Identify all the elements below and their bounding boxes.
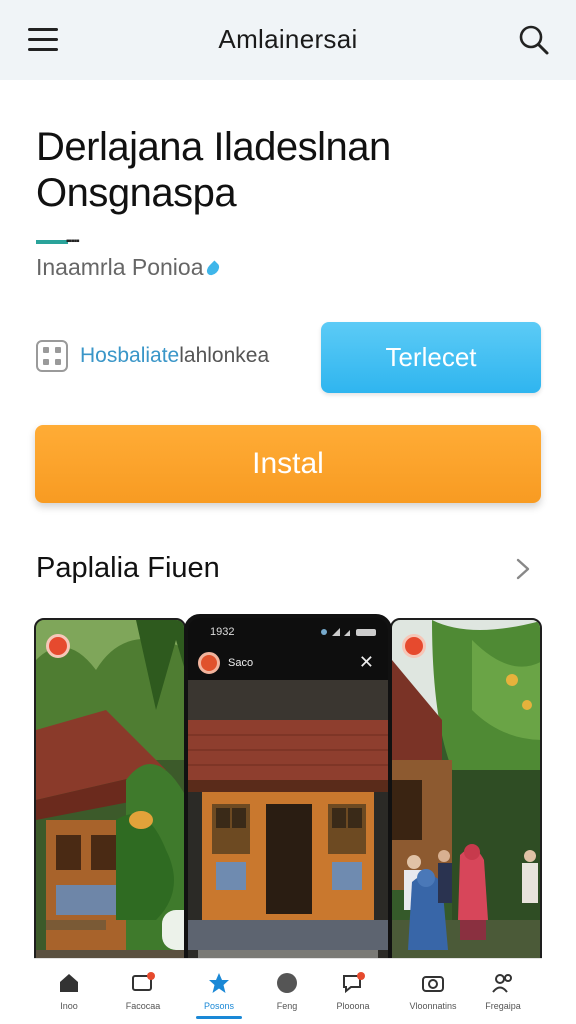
- nav-label: Feng: [276, 1001, 298, 1011]
- signal-battery-icon: [321, 628, 376, 636]
- nav-item-camera[interactable]: Vloonnatins: [404, 959, 462, 1024]
- nav-item-feng[interactable]: Feng: [258, 959, 316, 1024]
- install-button[interactable]: Instal: [35, 425, 541, 503]
- chevron-right-icon[interactable]: [512, 556, 534, 582]
- app-badge-icon: [46, 634, 70, 658]
- phone-status-bar: 1932: [188, 618, 388, 646]
- screenshots-section-title: Paplalia Fiuen: [36, 552, 220, 584]
- search-icon[interactable]: [516, 22, 552, 58]
- top-app-bar: Amlainersai: [0, 0, 576, 80]
- status-time: 1932: [210, 626, 235, 638]
- rating-label-rest: lahlonkea: [179, 344, 270, 367]
- camera-icon: [422, 976, 444, 992]
- home-icon: [60, 974, 78, 992]
- screenshot-bottom-navigation: Inoo Facocaa Posons Feng Plooona Vloonna…: [34, 958, 542, 1024]
- content-rating-icon: [36, 340, 68, 372]
- nav-item-photos[interactable]: Facocaa: [114, 959, 172, 1024]
- app-title: Derlajana Iladeslnan Onsgnaspa: [36, 124, 556, 216]
- nav-label: Fregaipa: [485, 1001, 521, 1011]
- nav-label: Facocaa: [125, 1001, 161, 1011]
- app-title-line-1: Derlajana Iladeslnan: [36, 125, 391, 169]
- content-rating-label: Hosbaliatelahlonkea: [80, 344, 269, 368]
- overlay-bubble: [162, 910, 184, 950]
- developer-name: Inaamrla Ponioa: [36, 254, 204, 280]
- nav-label: Vloonnatins: [409, 1001, 457, 1011]
- developer-link[interactable]: Inaamrla Ponioa: [36, 254, 221, 281]
- nav-label: Inoo: [60, 1001, 78, 1011]
- app-bar-title: Amlainersai: [218, 24, 358, 54]
- mark-text: ▪▪▪▪▪: [66, 236, 80, 247]
- phone-app-label: Saco: [228, 657, 254, 669]
- verified-drop-icon: [204, 260, 221, 278]
- nav-label: Plooona: [336, 1001, 370, 1011]
- rating-label-accent: Hosbaliate: [80, 344, 180, 367]
- app-title-line-2: Onsgnaspa: [36, 171, 237, 215]
- app-badge-icon: [402, 634, 426, 658]
- title-underline-mark: ▪▪▪▪▪: [36, 236, 106, 247]
- close-icon[interactable]: ✕: [359, 652, 374, 673]
- nav-item-people[interactable]: Fregaipa: [474, 959, 532, 1024]
- nav-label: Posons: [203, 1001, 235, 1011]
- circle-icon: [277, 973, 297, 993]
- nav-item-home[interactable]: Inoo: [40, 959, 98, 1024]
- people-icon: [492, 974, 512, 993]
- secondary-action-button[interactable]: Terlecet: [321, 322, 541, 393]
- phone-app-bar: Saco ✕: [188, 646, 388, 680]
- chat-bubble-icon: [343, 972, 365, 994]
- nav-item-messages[interactable]: Plooona: [324, 959, 382, 1024]
- star-icon: [209, 973, 229, 993]
- traditional-house-image: [188, 680, 388, 980]
- app-badge-icon: [198, 652, 220, 674]
- image-icon: [132, 972, 155, 991]
- nav-item-posts[interactable]: Posons: [190, 959, 248, 1024]
